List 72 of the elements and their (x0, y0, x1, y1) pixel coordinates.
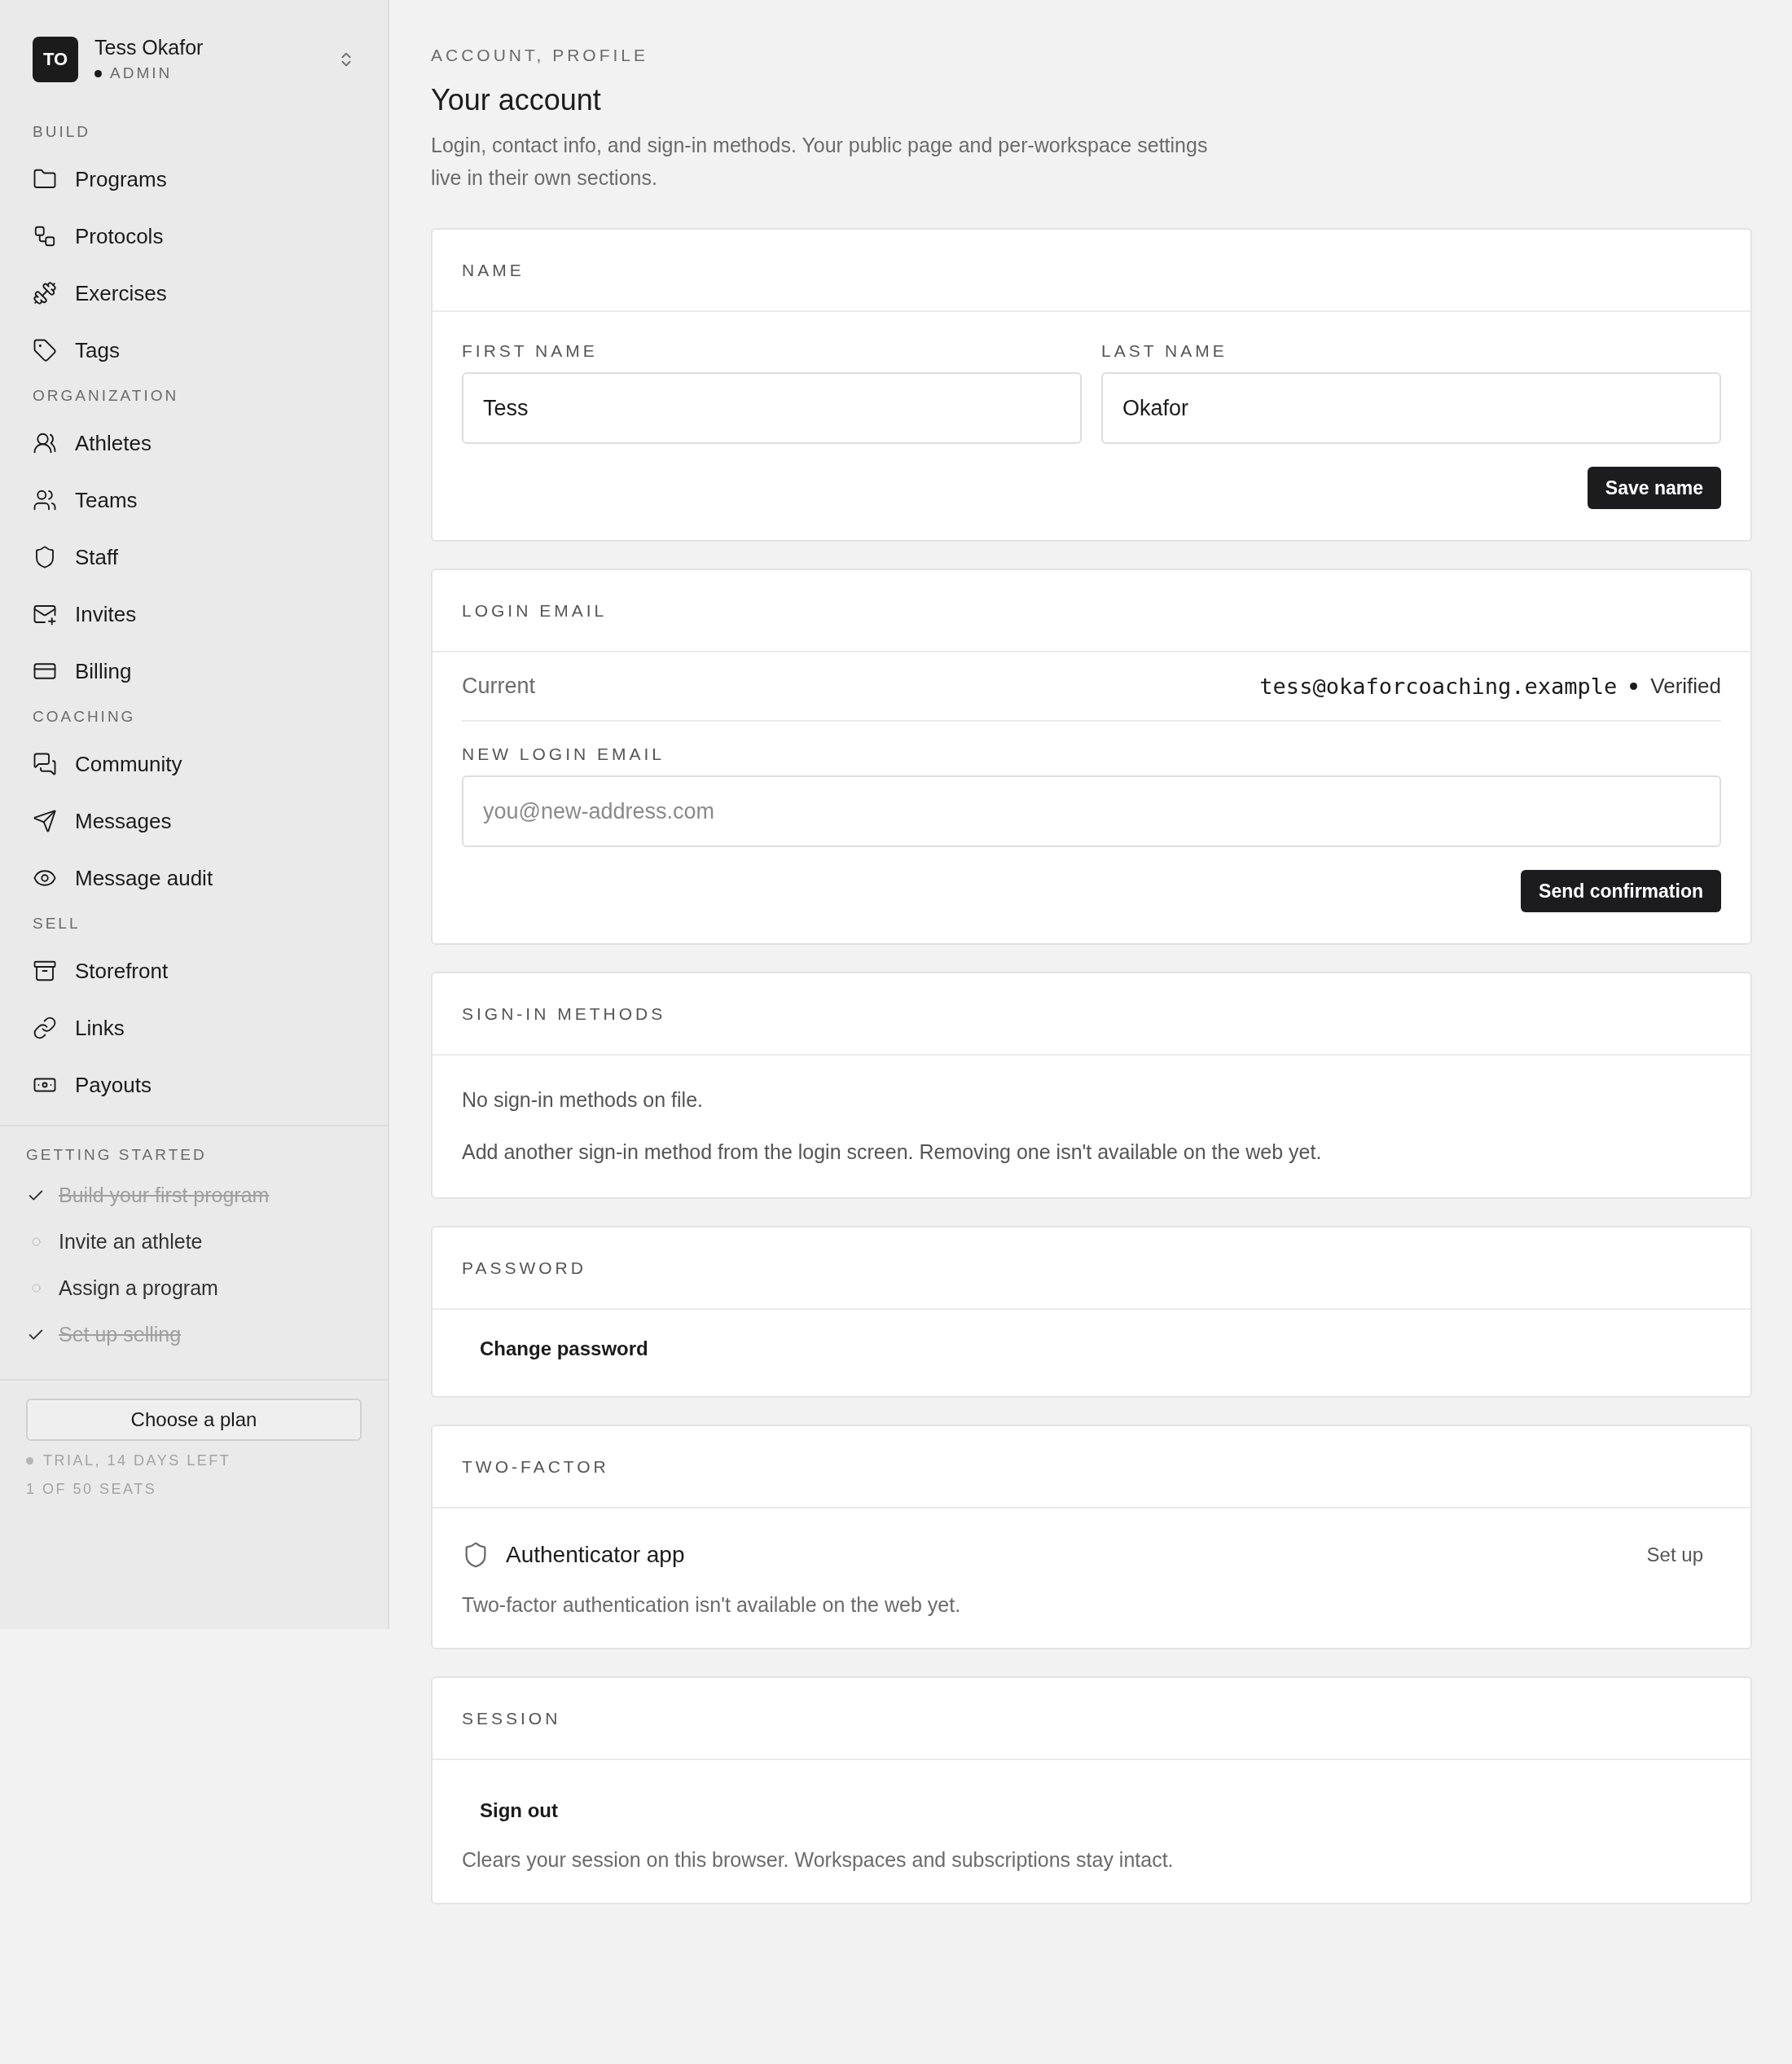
dumbbell-icon (33, 281, 57, 305)
send-icon (33, 809, 57, 833)
seat-count: 1 OF 50 SEATS (26, 1481, 157, 1498)
section-title: BUILD (32, 122, 91, 142)
circle-icon (31, 1237, 41, 1246)
send-confirmation-button[interactable]: Send confirmation (1521, 870, 1721, 912)
tag-icon (33, 338, 57, 362)
section-title: ORGANIZATION (32, 386, 180, 406)
workflow-icon (33, 224, 57, 248)
info-text: Two-factor authentication isn't available on the web yet. (462, 1593, 962, 1617)
chat-icon (33, 752, 57, 776)
nav-item[interactable]: Storefront (0, 942, 388, 999)
choose-plan-button[interactable]: Choose a plan (26, 1399, 362, 1441)
change-password-button[interactable]: Change password (462, 1328, 666, 1370)
current-label: Current (462, 674, 536, 699)
nav-item[interactable]: Teams (0, 472, 388, 529)
verified-status: Verified (1650, 674, 1721, 699)
nav-item[interactable]: Exercises (0, 265, 388, 322)
email-address: tess@okaforcoaching.example (1259, 674, 1618, 699)
field-label: LAST NAME (1101, 341, 1228, 361)
card-title: TWO-FACTOR (462, 1456, 609, 1477)
dot-icon (94, 69, 102, 77)
nav-item[interactable]: Payouts (0, 1056, 388, 1113)
card-title: NAME (462, 260, 525, 280)
status-dot-icon (1630, 683, 1638, 690)
nav-item[interactable]: Tags (0, 322, 388, 379)
section-title: COACHING (32, 707, 137, 727)
nav-item[interactable]: Programs (0, 151, 388, 208)
card-title: PASSWORD (462, 1258, 586, 1278)
nav-item[interactable]: Staff (0, 529, 388, 586)
nav-item[interactable]: Athletes (0, 415, 388, 472)
users-icon (33, 431, 57, 455)
card-title: SIGN-IN METHODS (462, 1003, 666, 1024)
checklist-item: Build your first program (59, 1184, 270, 1207)
dot-icon (26, 1457, 33, 1465)
nav-item[interactable]: Messages (0, 793, 388, 850)
checklist-item: Assign a program (59, 1276, 218, 1300)
nav-item[interactable]: Billing (0, 643, 388, 700)
nav-item[interactable]: Links (0, 999, 388, 1056)
card-title: LOGIN EMAIL (462, 600, 608, 621)
page-description: Login, contact info, and sign-in methods. Your public page and per-workspace settings live in their own sections. (431, 133, 1209, 191)
nav-item[interactable]: Protocols (0, 208, 388, 265)
user-name: Tess Okafor (94, 36, 204, 59)
nav-item[interactable]: Message audit (0, 850, 388, 907)
page-title: Your account (431, 83, 602, 117)
text-field[interactable]: Okafor (1101, 372, 1721, 444)
checklist-item: Invite an athlete (59, 1230, 203, 1254)
section-title: GETTING STARTED (26, 1146, 208, 1164)
nav-item[interactable]: Invites (0, 586, 388, 643)
info-text: Clears your session on this browser. Workspaces and subscriptions stay intact. (462, 1848, 1175, 1872)
section-title: SELL (32, 914, 81, 933)
field-label: NEW LOGIN EMAIL (462, 744, 666, 764)
card-title: SESSION (462, 1708, 561, 1728)
method-name: Authenticator app (506, 1542, 686, 1568)
nav-item[interactable]: Community (0, 736, 388, 793)
text-field[interactable]: Tess (462, 372, 1082, 444)
checklist-item: Set up selling (59, 1323, 182, 1346)
email-field[interactable]: you@new-address.com (462, 775, 1721, 847)
info-text: No sign-in methods on file. (462, 1087, 704, 1113)
sign-out-button[interactable]: Sign out (462, 1790, 576, 1832)
link-icon (33, 1016, 57, 1040)
breadcrumb: ACCOUNT, PROFILE (431, 46, 650, 65)
avatar: TO (33, 36, 78, 82)
user-role: ADMIN (110, 64, 173, 82)
trial-status: TRIAL, 14 DAYS LEFT (43, 1452, 231, 1469)
users-icon (33, 488, 57, 512)
set-up-button[interactable]: Set up (1646, 1544, 1721, 1566)
circle-icon (31, 1284, 41, 1293)
save-button[interactable]: Save name (1587, 467, 1721, 509)
info-text: Add another sign-in method from the login screen. Removing one isn't available on the web yet. (462, 1140, 1323, 1165)
archive-icon (33, 959, 57, 983)
field-label: FIRST NAME (462, 341, 599, 361)
